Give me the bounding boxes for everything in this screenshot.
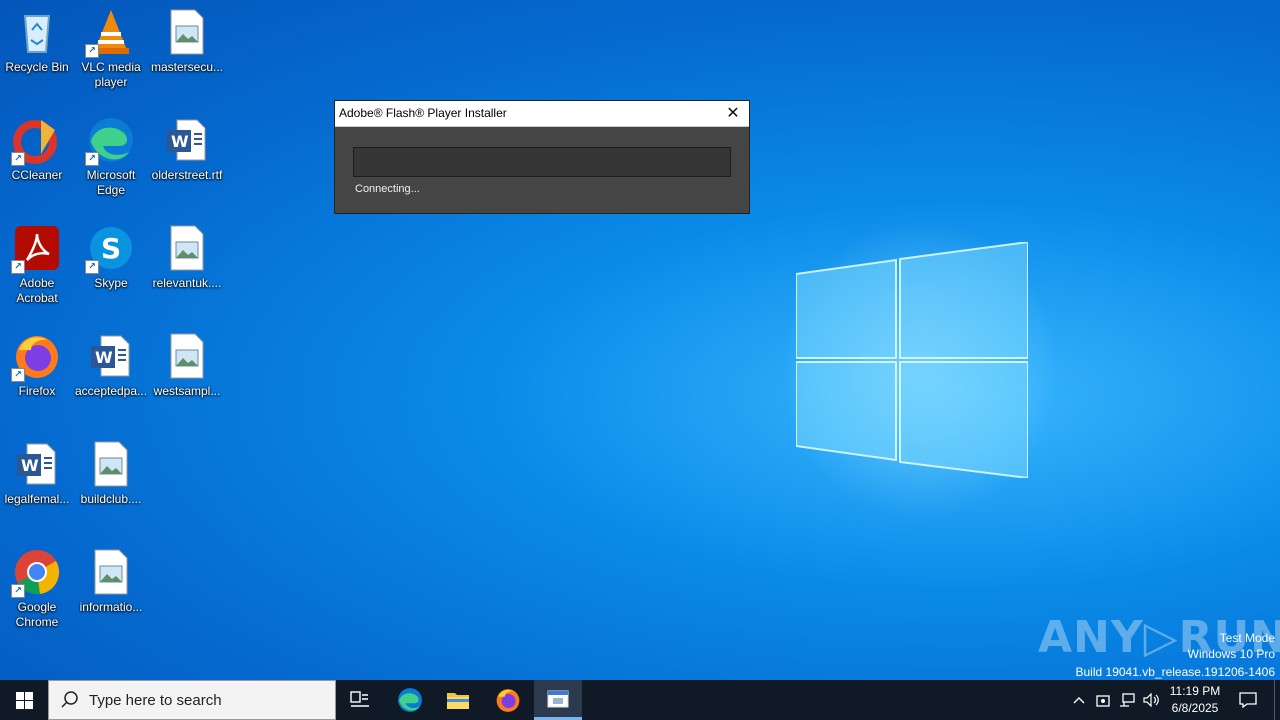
- desktop-icon-vlc[interactable]: ↗ VLC media player: [74, 8, 148, 90]
- desktop-icon-label: westsampl...: [153, 384, 221, 398]
- taskbar-file-explorer-button[interactable]: [434, 680, 482, 720]
- desktop-icon-label: VLC media player: [81, 60, 141, 89]
- taskbar-edge-button[interactable]: [386, 680, 434, 720]
- ccleaner-icon: ↗: [11, 116, 61, 166]
- close-button[interactable]: ✕: [717, 101, 749, 126]
- image-file-icon: [163, 332, 211, 380]
- desktop-icon-informatio[interactable]: informatio...: [74, 548, 148, 615]
- desktop-icon-label: acceptedpa...: [74, 384, 148, 398]
- chrome-icon: ↗: [11, 548, 61, 598]
- shortcut-arrow-icon: ↗: [85, 44, 99, 58]
- shortcut-arrow-icon: ↗: [11, 584, 25, 598]
- windows-start-icon: [15, 691, 33, 709]
- desktop-icon-acceptedpa[interactable]: W acceptedpa...: [74, 332, 148, 399]
- clock-date: 6/8/2025: [1171, 701, 1219, 715]
- adobe-acrobat-icon: ↗: [11, 224, 61, 274]
- task-view-icon: [350, 691, 369, 707]
- recycle-bin-icon: [13, 8, 61, 56]
- desktop-icon-skype[interactable]: S ↗ Skype: [74, 224, 148, 291]
- desktop-icon-label: Recycle Bin: [5, 60, 69, 74]
- windows-edition-label: Windows 10 Pro: [1187, 647, 1275, 661]
- desktop-icon-label: CCleaner: [11, 168, 63, 182]
- install-progress-bar: [353, 147, 731, 177]
- desktop-icon-label: legalfemal...: [4, 492, 70, 506]
- svg-text:W: W: [21, 456, 39, 475]
- desktop-icon-label: Google Chrome: [15, 600, 59, 629]
- installer-window-icon: [547, 690, 569, 707]
- tray-app-button[interactable]: [1092, 680, 1114, 720]
- image-file-icon: [163, 8, 211, 56]
- taskbar-search-box[interactable]: Type here to search: [48, 680, 336, 720]
- status-text: Connecting...: [355, 183, 420, 195]
- shortcut-arrow-icon: ↗: [11, 368, 25, 382]
- taskbar: Type here to search 11:19 PM 6/8/2025: [0, 680, 1280, 720]
- desktop-icon-westsampl[interactable]: westsampl...: [150, 332, 224, 399]
- desktop-icon-google-chrome[interactable]: ↗ Google Chrome: [0, 548, 74, 630]
- search-icon: [61, 691, 78, 708]
- vlc-cone-icon: ↗: [85, 8, 135, 58]
- volume-button[interactable]: [1140, 680, 1162, 720]
- action-center-button[interactable]: [1232, 680, 1264, 720]
- shortcut-arrow-icon: ↗: [85, 260, 99, 274]
- edge-icon: ↗: [85, 116, 135, 166]
- desktop-icon-firefox[interactable]: ↗ Firefox: [0, 332, 74, 399]
- search-placeholder: Type here to search: [89, 692, 222, 709]
- desktop-icon-olderstreet[interactable]: W olderstreet.rtf: [150, 116, 224, 183]
- chevron-up-icon: [1073, 697, 1085, 704]
- firefox-icon: [496, 689, 520, 712]
- desktop-icon-recycle-bin[interactable]: Recycle Bin: [0, 8, 74, 75]
- desktop-icon-label: Skype: [94, 276, 128, 290]
- shortcut-arrow-icon: ↗: [11, 152, 25, 166]
- desktop-icon-label: mastersecu...: [150, 60, 224, 74]
- svg-text:S: S: [101, 232, 121, 265]
- tray-app-icon: [1096, 695, 1110, 707]
- network-icon: [1120, 693, 1135, 707]
- image-file-icon: [163, 224, 211, 272]
- folder-icon: [447, 693, 469, 709]
- edge-icon: [398, 688, 422, 712]
- flash-installer-dialog[interactable]: Adobe® Flash® Player Installer ✕ Connect…: [334, 100, 750, 214]
- task-view-button[interactable]: [336, 680, 384, 720]
- dialog-title: Adobe® Flash® Player Installer: [339, 106, 507, 120]
- dialog-titlebar[interactable]: Adobe® Flash® Player Installer ✕: [335, 101, 749, 127]
- clock-time: 11:19 PM: [1169, 684, 1221, 698]
- firefox-icon: ↗: [11, 332, 61, 382]
- taskbar-installer-button[interactable]: [534, 680, 582, 720]
- desktop-icon-adobe-acrobat[interactable]: ↗ Adobe Acrobat: [0, 224, 74, 306]
- image-file-icon: [87, 440, 135, 488]
- show-hidden-icons-button[interactable]: [1068, 680, 1090, 720]
- svg-text:W: W: [95, 348, 113, 367]
- show-desktop-button[interactable]: [1274, 680, 1280, 720]
- desktop-icon-relevantuk[interactable]: relevantuk....: [150, 224, 224, 291]
- desktop-icon-label: olderstreet.rtf: [151, 168, 223, 182]
- windows-logo-wallpaper: [796, 242, 1028, 478]
- word-document-icon: W: [13, 440, 61, 488]
- desktop-icon-label: Microsoft Edge: [86, 168, 136, 197]
- desktop-icon-mastersecu[interactable]: mastersecu...: [150, 8, 224, 75]
- taskbar-clock[interactable]: 11:19 PM 6/8/2025: [1160, 683, 1230, 717]
- desktop-icon-legalfemal[interactable]: W legalfemal...: [0, 440, 74, 507]
- start-button[interactable]: [0, 680, 48, 720]
- word-document-icon: W: [87, 332, 135, 380]
- desktop-icon-label: Firefox: [18, 384, 56, 398]
- desktop-icon-label: relevantuk....: [152, 276, 222, 290]
- test-mode-label: Test Mode: [1219, 631, 1275, 645]
- desktop-icon-ccleaner[interactable]: ↗ CCleaner: [0, 116, 74, 183]
- taskbar-firefox-button[interactable]: [484, 680, 532, 720]
- word-document-icon: W: [163, 116, 211, 164]
- skype-icon: S ↗: [85, 224, 135, 274]
- notification-icon: [1239, 692, 1257, 708]
- image-file-icon: [87, 548, 135, 596]
- speaker-icon: [1143, 693, 1159, 707]
- svg-text:W: W: [171, 132, 189, 151]
- shortcut-arrow-icon: ↗: [11, 260, 25, 274]
- desktop-icon-label: informatio...: [79, 600, 143, 614]
- desktop-icon-label: buildclub....: [80, 492, 142, 506]
- build-label: Build 19041.vb_release.191206-1406: [1075, 665, 1276, 679]
- desktop-icon-microsoft-edge[interactable]: ↗ Microsoft Edge: [74, 116, 148, 198]
- desktop-icon-buildclub[interactable]: buildclub....: [74, 440, 148, 507]
- shortcut-arrow-icon: ↗: [85, 152, 99, 166]
- desktop-icon-label: Adobe Acrobat: [16, 276, 58, 305]
- network-button[interactable]: [1116, 680, 1138, 720]
